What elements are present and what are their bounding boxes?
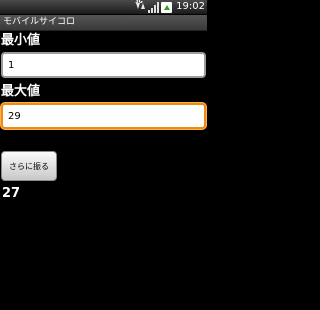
battery-charging-icon (161, 1, 173, 13)
max-value-field[interactable] (1, 103, 206, 129)
app-title-bar: モバイルサイコロ (0, 15, 207, 31)
min-value-field[interactable] (1, 52, 206, 78)
max-value-label: 最大値 (1, 84, 41, 99)
status-icons: 3G 19:02 (135, 0, 205, 14)
roll-again-button[interactable]: さらに振る (1, 151, 57, 181)
status-bar: 3G 19:02 (0, 0, 207, 15)
status-clock: 19:02 (176, 1, 205, 12)
dice-result: 27 (2, 186, 21, 201)
app-title: モバイルサイコロ (3, 17, 76, 27)
min-value-label: 最小値 (1, 33, 41, 48)
network-activity-icon: 3G (135, 0, 146, 13)
signal-strength-icon (148, 1, 160, 13)
